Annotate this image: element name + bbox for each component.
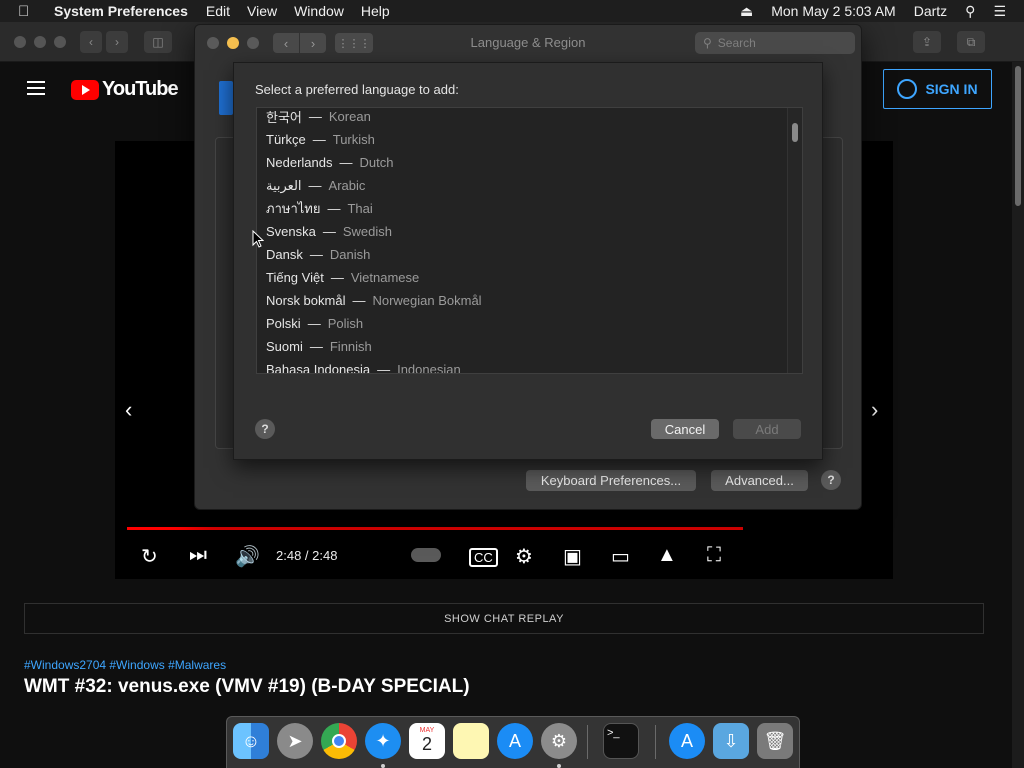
sign-in-label: SIGN IN (925, 81, 978, 97)
system-preferences-icon[interactable]: ⚙ (541, 723, 577, 759)
language-region-flag-icon (219, 81, 233, 115)
notes-icon[interactable] (453, 723, 489, 759)
dock: ☺ ➤ ✦ MAY 2 A ⚙ >_ A ⇩ 🗑 (226, 716, 800, 768)
sysprefs-help-button[interactable]: ? (821, 470, 841, 490)
autoplay-toggle[interactable] (411, 548, 441, 562)
list-item[interactable]: العربية — Arabic (266, 174, 365, 197)
downloads-folder-icon[interactable]: ⇩ (713, 723, 749, 759)
sysprefs-search-field[interactable]: ⚲ Search (695, 32, 855, 54)
terminal-icon[interactable]: >_ (603, 723, 639, 759)
calendar-month: MAY (419, 727, 435, 734)
list-item[interactable]: Türkçe — Turkish (266, 128, 375, 151)
safari-zoom-button[interactable] (54, 36, 66, 48)
page-scrollbar[interactable] (1012, 62, 1024, 768)
hamburger-menu-icon[interactable] (27, 81, 45, 95)
volume-icon[interactable]: 🔊 (235, 544, 260, 569)
chrome-icon[interactable] (321, 723, 357, 759)
app-menu-name[interactable]: System Preferences (54, 3, 188, 19)
app-store-folder-icon[interactable]: A (669, 723, 705, 759)
player-controls: ↻ ⏭ 🔊 2:48 / 2:48 CC ⚙ ▣ ▭ ▲ ⛶ (115, 538, 893, 578)
sign-in-button[interactable]: SIGN IN (883, 69, 992, 109)
video-progress-bar[interactable] (127, 527, 743, 530)
calendar-icon[interactable]: MAY 2 (409, 723, 445, 759)
sidebar-toggle-icon[interactable]: ◫ (144, 31, 172, 53)
tabs-overview-icon[interactable]: ⧉ (957, 31, 985, 53)
show-chat-replay-button[interactable]: SHOW CHAT REPLAY (24, 603, 984, 634)
video-time: 2:48 / 2:48 (276, 548, 338, 563)
youtube-logo-text: YouTube (102, 78, 179, 100)
share-icon[interactable]: ⇪ (913, 31, 941, 53)
apple-logo-icon[interactable]:  (18, 3, 40, 20)
safari-back-button[interactable]: ‹ (80, 31, 102, 53)
language-list[interactable]: 한국어 — Korean Türkçe — Turkish Nederlands — Dut… (256, 107, 803, 374)
chevron-left-icon[interactable]: ‹ (125, 397, 132, 423)
safari-close-button[interactable] (14, 36, 26, 48)
list-item[interactable]: Nederlands — Dutch (266, 151, 393, 174)
replay-icon[interactable]: ↻ (141, 544, 158, 569)
menu-edit[interactable]: Edit (206, 3, 230, 19)
fullscreen-icon[interactable]: ⛶ (707, 544, 721, 567)
clock[interactable]: Mon May 2 5:03 AM (771, 3, 896, 19)
language-list-scrollbar[interactable] (787, 108, 802, 373)
spotlight-search-icon[interactable]: ⚲ (965, 3, 975, 20)
trash-icon[interactable]: 🗑 (757, 723, 793, 759)
menu-help[interactable]: Help (361, 3, 390, 19)
chevron-right-icon[interactable]: › (871, 397, 878, 423)
list-item[interactable]: Suomi — Finnish (266, 335, 372, 358)
youtube-logo[interactable]: YouTube (71, 78, 179, 101)
youtube-play-logo-icon (71, 79, 99, 100)
advanced-button[interactable]: Advanced... (711, 470, 808, 491)
finder-icon[interactable]: ☺ (233, 723, 269, 759)
safari-forward-button[interactable]: › (106, 31, 128, 53)
list-item[interactable]: Bahasa Indonesia — Indonesian (266, 358, 461, 373)
list-item[interactable]: Tiếng Việt — Vietnamese (266, 266, 419, 289)
list-item[interactable]: ภาษาไทย — Thai (266, 197, 373, 220)
menu-view[interactable]: View (247, 3, 277, 19)
safari-icon[interactable]: ✦ (365, 723, 401, 759)
sheet-help-button[interactable]: ? (255, 419, 275, 439)
search-icon: ⚲ (703, 36, 712, 50)
miniplayer-icon[interactable]: ▣ (563, 544, 582, 569)
sheet-prompt: Select a preferred language to add: (255, 82, 459, 97)
user-name[interactable]: Dartz (914, 3, 947, 19)
theater-mode-icon[interactable]: ▭ (611, 544, 630, 569)
cancel-button[interactable]: Cancel (651, 419, 719, 439)
captions-icon[interactable]: CC (469, 548, 498, 567)
menu-window[interactable]: Window (294, 3, 344, 19)
list-item[interactable]: Norsk bokmål — Norwegian Bokmål (266, 289, 482, 312)
keyboard-preferences-button[interactable]: Keyboard Preferences... (526, 470, 696, 491)
safari-minimize-button[interactable] (34, 36, 46, 48)
list-item[interactable]: 한국어 — Korean (266, 108, 371, 128)
video-hashtags[interactable]: #Windows2704 #Windows #Malwares (24, 658, 226, 672)
video-title: WMT #32: venus.exe (VMV #19) (B-DAY SPEC… (24, 676, 470, 697)
menu-bar-status-area: ⏏ Mon May 2 5:03 AM Dartz ⚲ ☰ (740, 0, 1024, 22)
next-video-icon[interactable]: ⏭ (189, 544, 207, 567)
list-item[interactable]: Svenska — Swedish (266, 220, 392, 243)
search-placeholder: Search (717, 36, 756, 50)
calendar-day: 2 (421, 734, 432, 754)
launchpad-icon[interactable]: ➤ (277, 723, 313, 759)
app-store-icon[interactable]: A (497, 723, 533, 759)
user-circle-icon (897, 79, 918, 99)
control-center-icon[interactable]: ☰ (993, 3, 1006, 20)
eject-icon[interactable]: ⏏ (740, 3, 753, 20)
menu-bar:  System Preferences Edit View Window He… (0, 0, 1024, 22)
add-button[interactable]: Add (733, 419, 801, 439)
airplay-icon[interactable]: ▲ (657, 544, 677, 567)
list-item[interactable]: Polski — Polish (266, 312, 363, 335)
list-item[interactable]: Dansk — Danish (266, 243, 370, 266)
add-language-sheet: Select a preferred language to add: 한국어 —… (233, 62, 823, 460)
settings-gear-icon[interactable]: ⚙ (515, 544, 533, 569)
sysprefs-titlebar: ‹ › ⋮⋮⋮ Language & Region ⚲ Search (195, 25, 861, 61)
mouse-cursor-icon (252, 230, 264, 248)
